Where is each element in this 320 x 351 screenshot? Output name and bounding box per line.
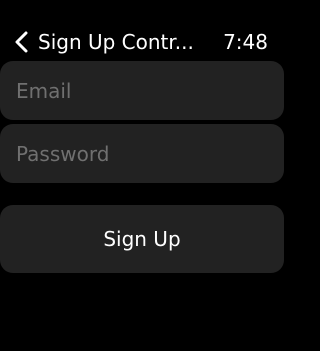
email-placeholder: Email xyxy=(16,78,72,103)
email-field[interactable]: Email xyxy=(0,61,284,120)
status-bar: Sign Up Contr... 7:48 xyxy=(0,0,283,60)
clock: 7:48 xyxy=(223,30,268,54)
chevron-left-icon xyxy=(14,31,30,53)
sign-up-label: Sign Up xyxy=(103,227,181,251)
page-title: Sign Up Contr... xyxy=(38,30,194,54)
password-placeholder: Password xyxy=(16,141,110,166)
back-button[interactable]: Sign Up Contr... xyxy=(14,24,210,60)
password-field[interactable]: Password xyxy=(0,124,284,183)
sign-up-button[interactable]: Sign Up xyxy=(0,205,284,273)
